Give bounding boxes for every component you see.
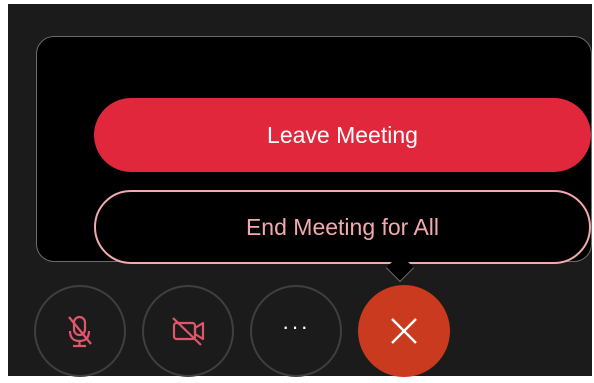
end-meeting-for-all-button[interactable]: End Meeting for All [94,190,591,264]
video-off-icon [172,317,205,346]
more-options-button[interactable]: ··· [250,285,342,377]
leave-call-button[interactable] [358,285,450,377]
microphone-muted-icon [68,315,92,348]
ellipsis-icon: ··· [282,314,310,339]
leave-menu-popover: Leave Meeting End Meeting for All [36,36,592,264]
meeting-control-bar: Leave Meeting End Meeting for All ··· [8,4,592,377]
close-icon [391,318,417,344]
mute-microphone-button[interactable] [34,285,126,377]
leave-meeting-button[interactable]: Leave Meeting [94,98,591,172]
stop-video-button[interactable] [142,285,234,377]
